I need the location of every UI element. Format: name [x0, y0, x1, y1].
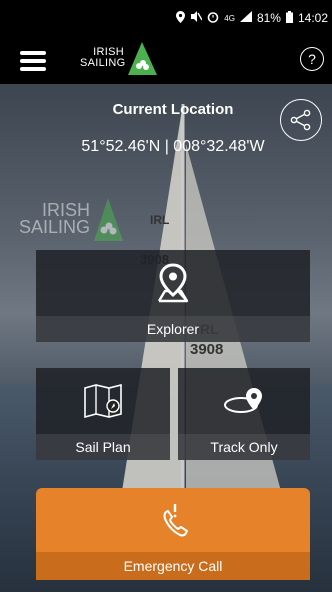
help-button[interactable]: ? — [300, 47, 324, 71]
menu-icon[interactable] — [20, 51, 46, 71]
track-only-label: Track Only — [178, 434, 310, 460]
mute-icon — [190, 11, 203, 25]
shamrock-sail-icon — [128, 42, 157, 75]
signal-icon — [239, 11, 252, 25]
share-icon — [290, 109, 311, 131]
irish-sailing-logo: IRISH SAILING — [80, 42, 160, 78]
emergency-phone-icon — [163, 504, 188, 537]
svg-text:IRL: IRL — [150, 213, 169, 227]
help-label: ? — [308, 51, 316, 67]
location-icon — [176, 10, 186, 26]
sail-plan-label: Sail Plan — [36, 434, 170, 460]
share-button[interactable] — [280, 99, 322, 141]
clock: 14:02 — [297, 11, 328, 25]
watermark-sail-icon — [94, 198, 123, 241]
app-header: IRISH SAILING ? — [0, 36, 332, 84]
watermark-line2: SAILING — [18, 217, 90, 237]
alarm-icon — [207, 11, 219, 26]
battery-percent: 81% — [256, 11, 281, 25]
sail-plan-button[interactable]: Sail Plan — [36, 368, 170, 460]
track-route-icon — [224, 388, 262, 413]
status-bar: 4G 81% 14:02 — [0, 0, 332, 36]
svg-text:3908: 3908 — [190, 341, 223, 358]
location-coordinates: 51°52.46'N | 008°32.48'W — [81, 138, 265, 155]
explorer-button[interactable]: Explorer — [36, 250, 310, 342]
battery-icon — [285, 10, 293, 26]
explorer-label: Explorer — [36, 316, 310, 342]
emergency-call-button[interactable]: Emergency Call — [36, 488, 310, 580]
folded-map-icon — [84, 384, 122, 418]
watermark-logo: IRISH SAILING — [16, 196, 126, 246]
track-only-button[interactable]: Track Only — [178, 368, 310, 460]
logo-line2: SAILING — [80, 57, 126, 69]
emergency-call-label: Emergency Call — [36, 552, 310, 580]
data-4g-icon: 4G — [224, 13, 235, 23]
map-pin-icon — [157, 263, 189, 303]
